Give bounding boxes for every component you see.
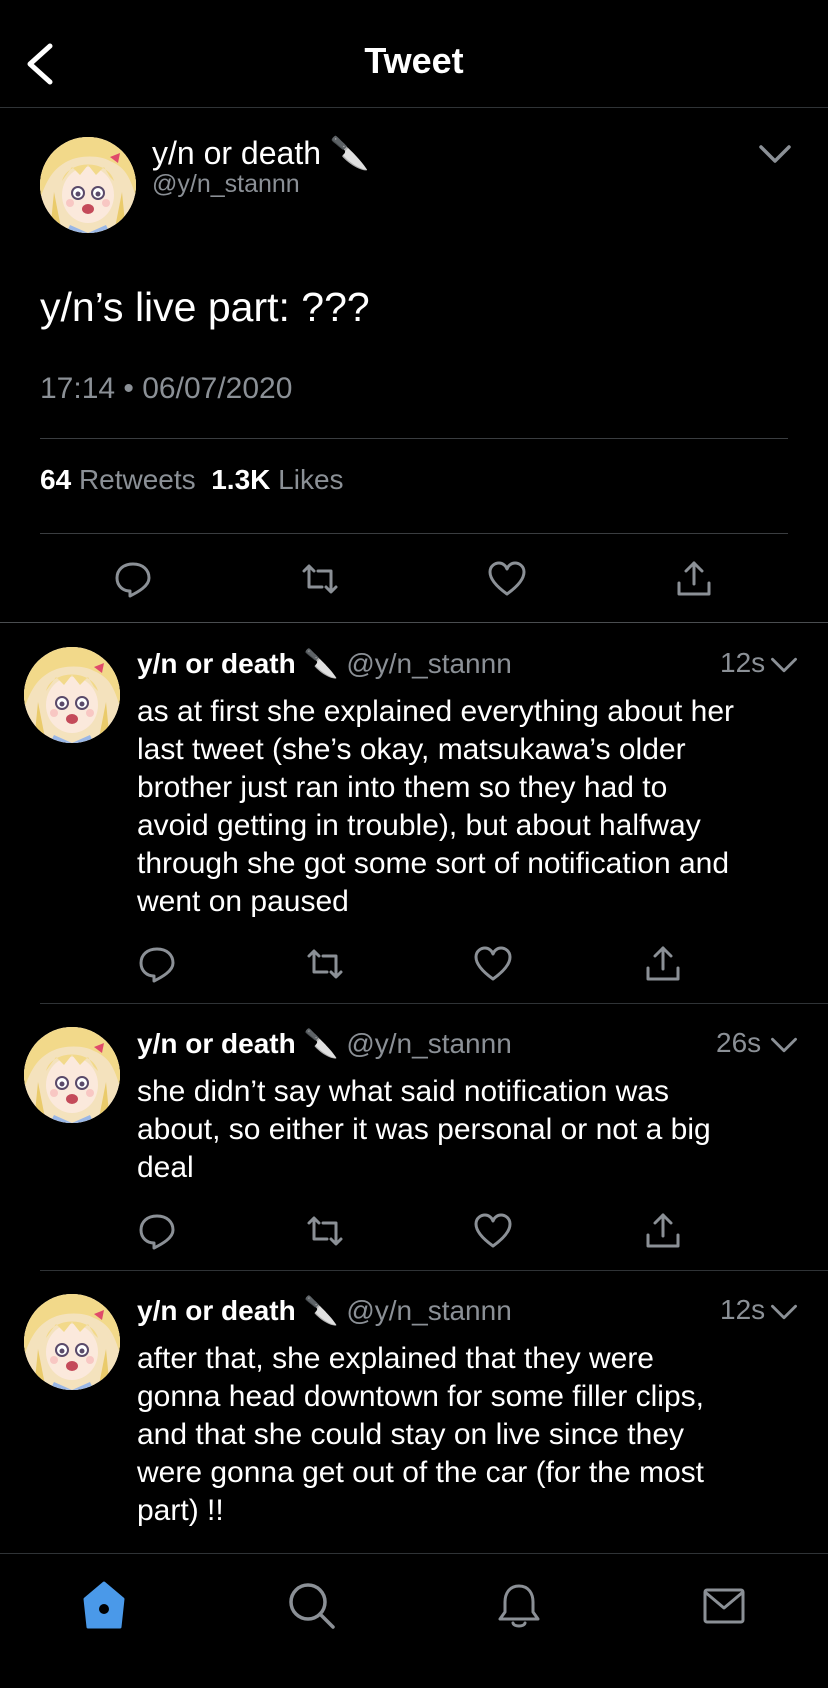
- reply-icon[interactable]: [137, 1211, 177, 1251]
- share-icon[interactable]: [674, 559, 714, 599]
- text-line: she didn’t say what said notification wa…: [137, 1075, 669, 1108]
- search-icon[interactable]: [286, 1580, 338, 1632]
- author-handle[interactable]: @y/n_stannn: [346, 1295, 511, 1326]
- avatar[interactable]: [24, 647, 120, 743]
- avatar[interactable]: [24, 1027, 120, 1123]
- text-line: last tweet (she’s okay, matsukawa’s olde…: [137, 733, 686, 766]
- reply-tweet[interactable]: y/n or death 🔪 @y/n_stannn 12s as at firs…: [0, 623, 828, 1003]
- tweet-text: she didn’t say what said notification wa…: [137, 1073, 807, 1187]
- author-name[interactable]: y/n or death 🔪: [137, 1028, 338, 1059]
- share-icon[interactable]: [643, 944, 683, 984]
- reply-tweet[interactable]: y/n or death 🔪 @y/n_stannn 26s she didn’t…: [0, 1004, 828, 1270]
- home-icon[interactable]: [78, 1580, 130, 1632]
- text-line: as at first she explained everything abo…: [137, 695, 735, 728]
- author-name[interactable]: y/n or death 🔪: [137, 1295, 338, 1326]
- retweets-stat[interactable]: 64 Retweets: [40, 464, 196, 495]
- author-name[interactable]: y/n or death 🔪: [137, 648, 338, 679]
- page-title: Tweet: [364, 40, 464, 81]
- retweets-count: 64: [40, 464, 72, 495]
- reply-icon[interactable]: [137, 944, 177, 984]
- tweet-text: y/n’s live part: ???: [40, 284, 370, 330]
- text-line: after that, she explained that they were: [137, 1342, 654, 1375]
- reply-icon[interactable]: [113, 559, 153, 599]
- likes-stat[interactable]: 1.3K Likes: [211, 464, 343, 495]
- chevron-down-icon[interactable]: [758, 142, 792, 166]
- likes-count: 1.3K: [211, 464, 271, 495]
- tweet-time: 12s: [720, 647, 766, 678]
- avatar[interactable]: [24, 1294, 120, 1390]
- author-handle[interactable]: @y/n_stannn: [152, 170, 300, 199]
- notifications-icon[interactable]: [493, 1580, 545, 1632]
- tweet-stats: 64 Retweets 1.3K Likes: [40, 464, 344, 496]
- text-line: part) !!: [137, 1494, 224, 1527]
- text-line: were gonna get out of the car (for the m…: [137, 1456, 704, 1489]
- tweet-timestamp: 17:14 • 06/07/2020: [40, 372, 293, 405]
- text-line: deal: [137, 1151, 194, 1184]
- retweets-label: Retweets: [78, 464, 196, 495]
- text-line: through she got some sort of notificatio…: [137, 847, 730, 880]
- like-icon[interactable]: [487, 559, 527, 599]
- bottom-tab-bar: [0, 1553, 828, 1688]
- divider: [40, 438, 788, 439]
- text-line: about, so either it was personal or not …: [137, 1113, 711, 1146]
- retweet-icon[interactable]: [305, 944, 345, 984]
- author-handle[interactable]: @y/n_stannn: [346, 1028, 511, 1059]
- messages-icon[interactable]: [699, 1580, 751, 1632]
- text-line: and that she could stay on live since th…: [137, 1418, 685, 1451]
- like-icon[interactable]: [473, 1211, 513, 1251]
- share-icon[interactable]: [643, 1211, 683, 1251]
- avatar[interactable]: [40, 137, 136, 233]
- tweet-time: 26s: [716, 1027, 762, 1058]
- retweet-icon[interactable]: [305, 1211, 345, 1251]
- text-line: gonna head downtown for some filler clip…: [137, 1380, 704, 1413]
- reply-tweet[interactable]: y/n or death 🔪 @y/n_stannn 12s after that…: [0, 1271, 828, 1553]
- likes-label: Likes: [278, 464, 344, 495]
- divider: [40, 533, 788, 534]
- tweet-time: 12s: [720, 1294, 766, 1325]
- chevron-down-icon[interactable]: [770, 1035, 798, 1055]
- text-line: went on paused: [137, 885, 349, 918]
- author-handle[interactable]: @y/n_stannn: [346, 648, 511, 679]
- chevron-down-icon[interactable]: [770, 655, 798, 675]
- like-icon[interactable]: [473, 944, 513, 984]
- text-line: brother just ran into them so they had t…: [137, 771, 668, 804]
- tweet-text: as at first she explained everything abo…: [137, 693, 807, 921]
- top-nav-bar: Tweet: [0, 0, 828, 108]
- text-line: avoid getting in trouble), but about hal…: [137, 809, 701, 842]
- retweet-icon[interactable]: [300, 559, 340, 599]
- tweet-text: after that, she explained that they were…: [137, 1340, 807, 1530]
- main-tweet: y/n or death 🔪 @y/n_stannn y/n’s live pa…: [0, 108, 828, 623]
- author-name[interactable]: y/n or death 🔪: [152, 134, 370, 172]
- chevron-down-icon[interactable]: [770, 1302, 798, 1322]
